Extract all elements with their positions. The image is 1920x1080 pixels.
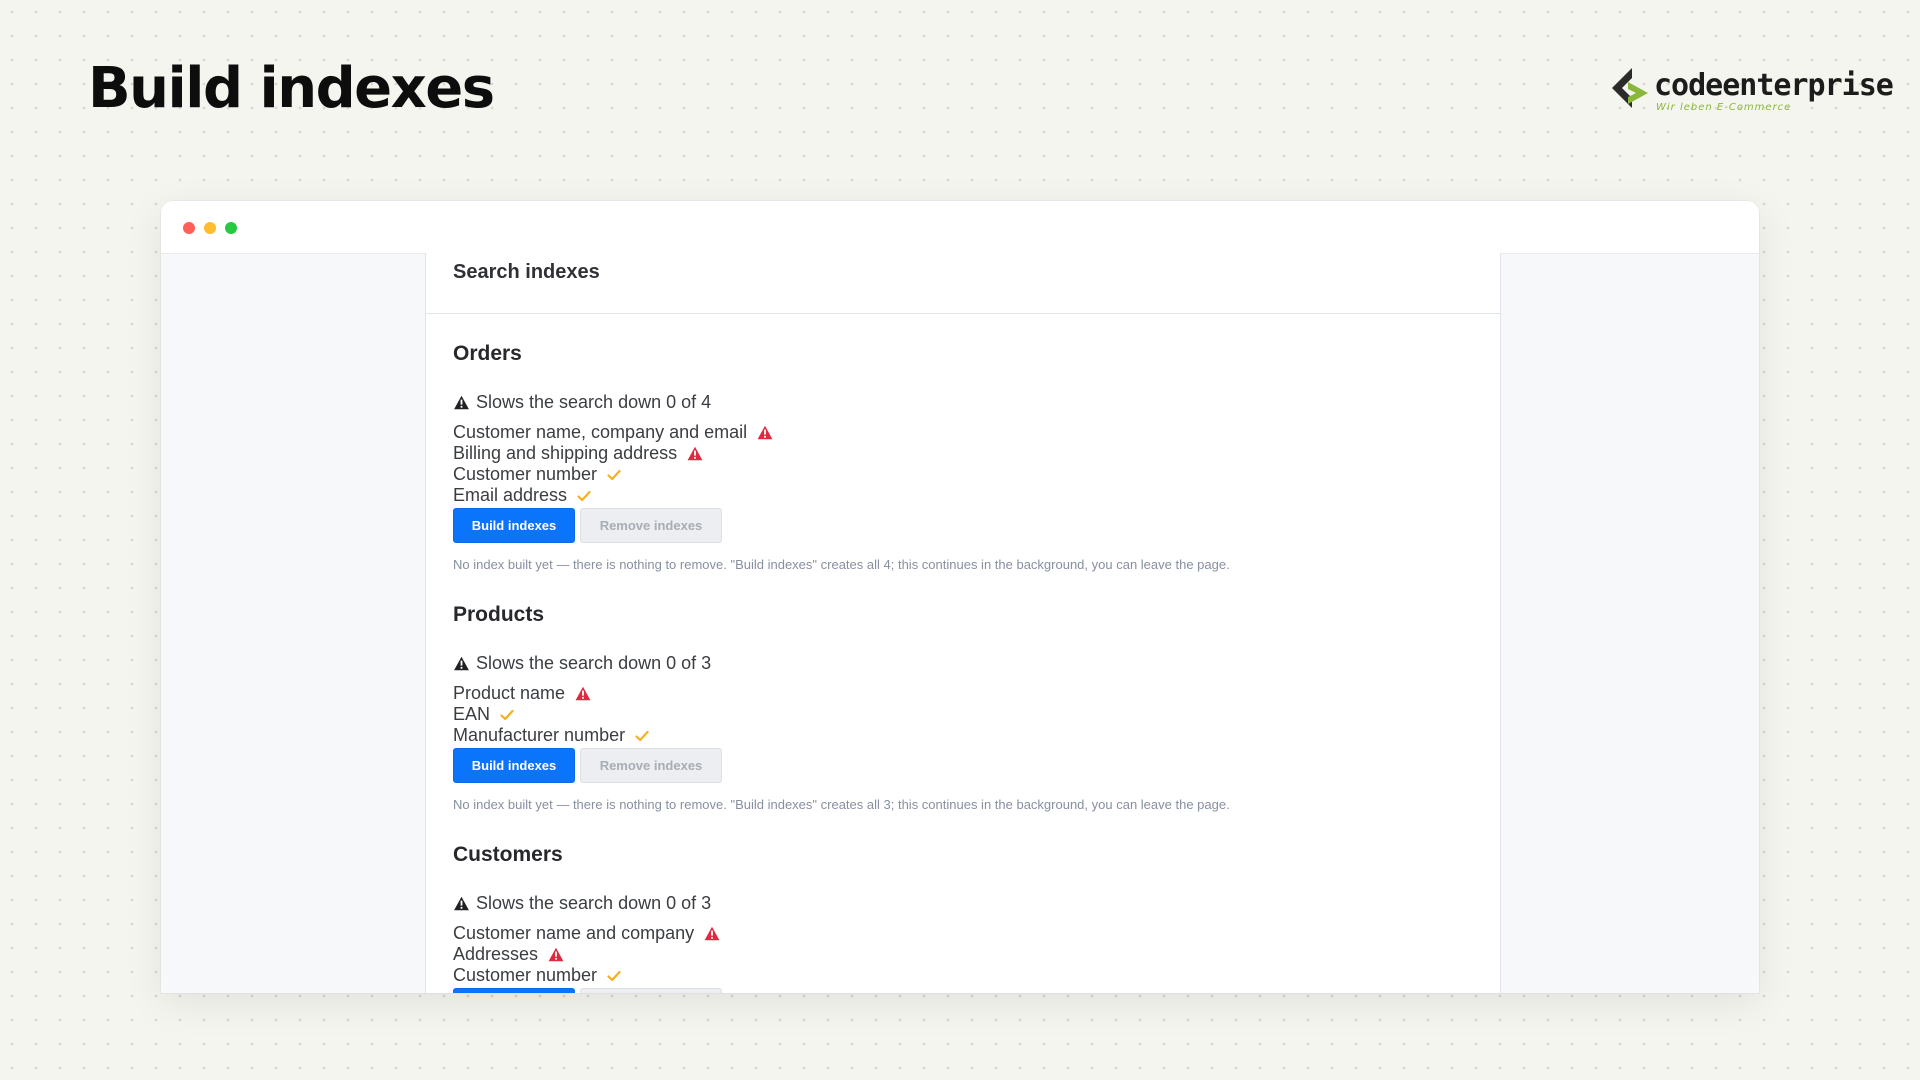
- section-note: No index built yet — there is nothing to…: [453, 557, 1230, 572]
- slows-search-label: Slows the search down 0 of 4: [476, 391, 712, 412]
- index-field-label: Customer number: [453, 464, 598, 484]
- remove-indexes-button[interactable]: Remove indexes: [580, 748, 722, 783]
- index-field: Addresses: [453, 944, 1500, 965]
- warning-icon: [548, 947, 564, 962]
- index-field: Billing and shipping address: [453, 443, 1500, 464]
- slows-search-label: Slows the search down 0 of 3: [476, 652, 712, 673]
- warning-icon: [687, 446, 703, 461]
- section-actions: Build indexesRemove indexes: [453, 508, 1500, 543]
- index-field-label: Addresses: [453, 944, 539, 964]
- window-minimize-button[interactable]: [204, 222, 216, 234]
- index-field: Customer number: [453, 965, 1500, 986]
- index-section: Products Slows the search down 0 of 3 Prod…: [453, 575, 1500, 815]
- window-close-button[interactable]: [183, 222, 195, 234]
- index-field-list: Product name EAN Manufacturer number: [453, 683, 1500, 746]
- check-icon: [500, 709, 514, 721]
- window-maximize-button[interactable]: [225, 222, 237, 234]
- index-field-label: Customer name and company: [453, 923, 695, 943]
- index-field: Customer name, company and email: [453, 422, 1500, 443]
- brand-logo: codeenterprise Wir leben E-Commerce: [1610, 66, 1894, 116]
- check-icon: [635, 730, 649, 742]
- slows-search-summary: Slows the search down 0 of 3: [453, 891, 1500, 915]
- index-field-label: Billing and shipping address: [453, 443, 678, 463]
- index-field-label: Customer number: [453, 965, 598, 985]
- section-title: Orders: [453, 342, 522, 365]
- slows-search-label: Slows the search down 0 of 3: [476, 892, 712, 913]
- warning-icon: [704, 926, 720, 941]
- index-section: Orders Slows the search down 0 of 4 Custom…: [453, 314, 1500, 575]
- build-indexes-button[interactable]: Build indexes: [453, 988, 575, 993]
- index-field-label: EAN: [453, 704, 491, 724]
- index-field-label: Customer name, company and email: [453, 422, 748, 442]
- window-titlebar: [161, 201, 1759, 254]
- slows-search-summary: Slows the search down 0 of 3: [453, 651, 1500, 675]
- remove-indexes-button[interactable]: Remove indexes: [580, 988, 722, 993]
- warning-icon: [575, 686, 591, 701]
- index-field: Product name: [453, 683, 1500, 704]
- index-field-label: Email address: [453, 485, 568, 505]
- slide-title: Build indexes: [88, 56, 495, 121]
- build-indexes-button[interactable]: Build indexes: [453, 508, 575, 543]
- warning-icon: [453, 656, 470, 671]
- index-field: Email address: [453, 485, 1500, 506]
- index-field-list: Customer name, company and email Billing …: [453, 422, 1500, 506]
- check-icon: [577, 490, 591, 502]
- check-icon: [607, 469, 621, 481]
- index-field: EAN: [453, 704, 1500, 725]
- section-title: Products: [453, 603, 545, 626]
- section-note: No index built yet — there is nothing to…: [453, 797, 1230, 812]
- slows-search-summary: Slows the search down 0 of 4: [453, 390, 1500, 414]
- brand-name: codeenterprise: [1654, 68, 1894, 103]
- warning-icon: [757, 425, 773, 440]
- index-sections: Orders Slows the search down 0 of 4 Custom…: [426, 314, 1500, 993]
- check-icon: [607, 970, 621, 982]
- app-window: Search indexes Orders Slows the search do…: [161, 201, 1759, 993]
- panel-header: Search indexes: [426, 253, 1500, 314]
- index-field: Customer name and company: [453, 923, 1500, 944]
- remove-indexes-button[interactable]: Remove indexes: [580, 508, 722, 543]
- index-field-label: Manufacturer number: [453, 725, 626, 745]
- warning-icon: [453, 395, 470, 410]
- build-indexes-button[interactable]: Build indexes: [453, 748, 575, 783]
- warning-icon: [453, 896, 470, 911]
- codeenterprise-logo-icon: [1612, 68, 1648, 108]
- index-field-list: Customer name and company Addresses Custom…: [453, 923, 1500, 986]
- index-field-label: Product name: [453, 683, 566, 703]
- panel-title: Search indexes: [453, 261, 600, 283]
- index-field: Customer number: [453, 464, 1500, 485]
- section-actions: Build indexes Remove indexes: [453, 988, 1500, 993]
- section-title: Customers: [453, 843, 563, 866]
- brand-tagline: Wir leben E-Commerce: [1656, 102, 1792, 113]
- index-section: Customers Slows the search down 0 of 3 Cus…: [453, 815, 1500, 993]
- search-indexes-panel: Search indexes Orders Slows the search do…: [425, 253, 1501, 993]
- section-actions: Build indexesRemove indexes: [453, 748, 1500, 783]
- index-field: Manufacturer number: [453, 725, 1500, 746]
